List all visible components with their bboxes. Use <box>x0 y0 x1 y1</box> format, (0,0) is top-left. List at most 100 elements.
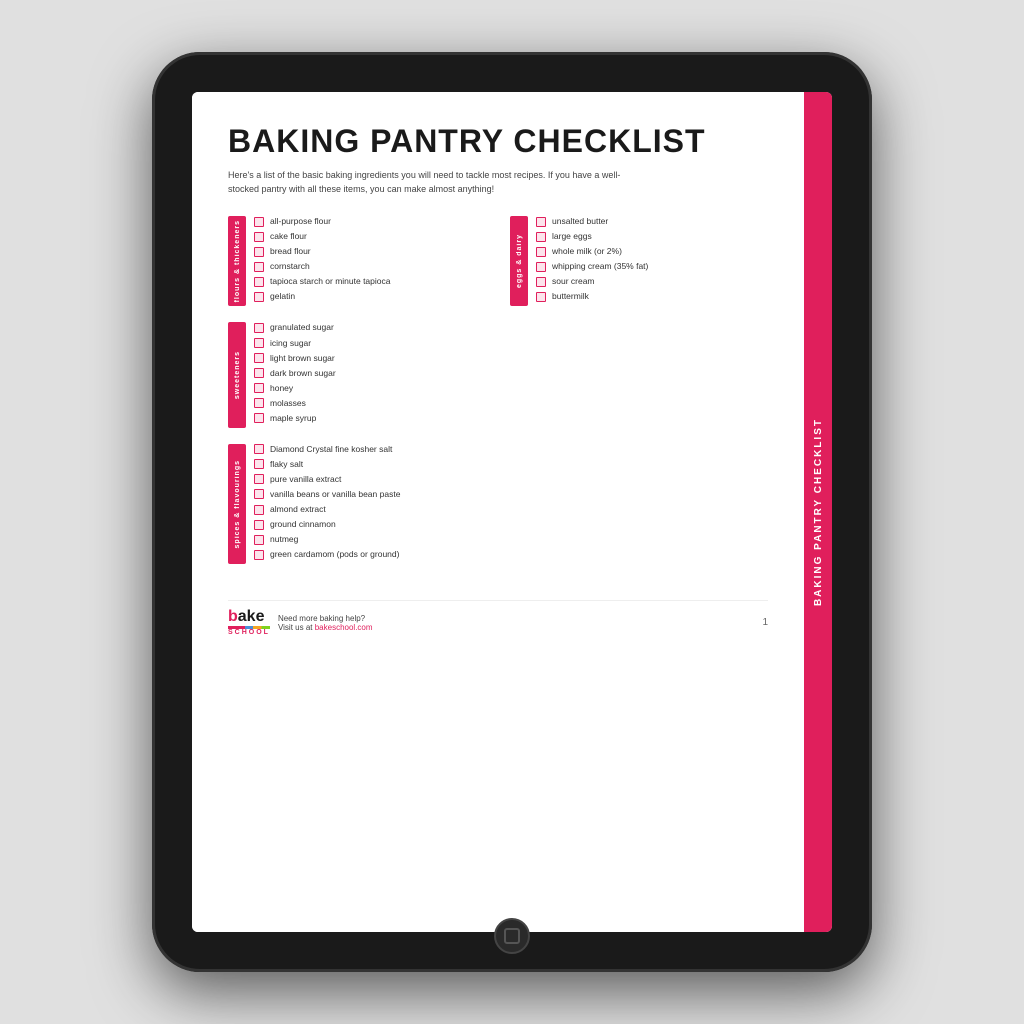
section-spices-label: spices & flavourings <box>234 460 241 548</box>
item-label: pure vanilla extract <box>270 474 341 485</box>
checkbox[interactable] <box>536 232 546 242</box>
section-spices: spices & flavourings Diamond Crystal fin… <box>228 444 486 564</box>
checkbox[interactable] <box>254 398 264 408</box>
list-item: large eggs <box>536 231 768 242</box>
section-eggs-items: unsalted butter large eggs whole milk (o… <box>536 216 768 306</box>
logo-bake: bake <box>228 609 264 625</box>
checkbox[interactable] <box>536 292 546 302</box>
list-item: maple syrup <box>254 413 486 424</box>
checkbox[interactable] <box>254 489 264 499</box>
footer-link[interactable]: bakeschool.com <box>315 623 373 632</box>
list-item: icing sugar <box>254 338 486 349</box>
item-label: whipping cream (35% fat) <box>552 261 648 272</box>
item-label: granulated sugar <box>270 322 334 333</box>
section-eggs: eggs & dairy unsalted butter large eggs … <box>510 216 768 306</box>
checkbox[interactable] <box>254 292 264 302</box>
footer-text: Need more baking help? Visit us at bakes… <box>278 614 373 632</box>
list-item: flaky salt <box>254 459 486 470</box>
checkbox[interactable] <box>254 217 264 227</box>
list-item: vanilla beans or vanilla bean paste <box>254 489 486 500</box>
item-label: flaky salt <box>270 459 303 470</box>
item-label: tapioca starch or minute tapioca <box>270 276 390 287</box>
footer-left: bake SCHOOL Need more baking help? Visit… <box>228 609 373 636</box>
list-item: cornstarch <box>254 261 486 272</box>
checkbox[interactable] <box>254 474 264 484</box>
section-spices-bar: spices & flavourings <box>228 444 246 564</box>
checkbox[interactable] <box>254 277 264 287</box>
checkbox[interactable] <box>254 413 264 423</box>
document-sidebar: BAKING PANTRY CHECKLIST <box>804 92 832 932</box>
checkbox[interactable] <box>254 550 264 560</box>
list-item: gelatin <box>254 291 486 302</box>
list-item: molasses <box>254 398 486 409</box>
tablet-device: BAKING PANTRY CHECKLIST Here's a list of… <box>152 52 872 972</box>
checkbox[interactable] <box>254 444 264 454</box>
item-label: green cardamom (pods or ground) <box>270 549 399 560</box>
checkbox[interactable] <box>254 505 264 515</box>
list-item: green cardamom (pods or ground) <box>254 549 486 560</box>
tablet-screen: BAKING PANTRY CHECKLIST Here's a list of… <box>192 92 832 932</box>
checkbox[interactable] <box>254 262 264 272</box>
list-item: ground cinnamon <box>254 519 486 530</box>
list-item: light brown sugar <box>254 353 486 364</box>
tablet-home-button[interactable] <box>494 918 530 954</box>
item-label: all-purpose flour <box>270 216 331 227</box>
item-label: vanilla beans or vanilla bean paste <box>270 489 400 500</box>
footer-line1: Need more baking help? <box>278 614 373 623</box>
item-label: honey <box>270 383 293 394</box>
list-item: honey <box>254 383 486 394</box>
home-button-inner <box>504 928 520 944</box>
list-item: bread flour <box>254 246 486 257</box>
checkbox[interactable] <box>254 520 264 530</box>
checkbox[interactable] <box>536 277 546 287</box>
list-item: unsalted butter <box>536 216 768 227</box>
checkbox[interactable] <box>536 262 546 272</box>
section-flours-bar: flours & thickeners <box>228 216 246 306</box>
item-label: Diamond Crystal fine kosher salt <box>270 444 392 455</box>
checkbox[interactable] <box>536 217 546 227</box>
logo: bake SCHOOL <box>228 609 270 636</box>
item-label: ground cinnamon <box>270 519 336 530</box>
checkbox[interactable] <box>254 459 264 469</box>
footer-visit-text: Visit us at <box>278 623 315 632</box>
item-label: buttermilk <box>552 291 589 302</box>
document-footer: bake SCHOOL Need more baking help? Visit… <box>228 600 768 636</box>
logo-ake: ake <box>238 608 265 625</box>
list-item: dark brown sugar <box>254 368 486 379</box>
checkbox[interactable] <box>254 338 264 348</box>
checkbox[interactable] <box>536 247 546 257</box>
item-label: sour cream <box>552 276 595 287</box>
section-spices-items: Diamond Crystal fine kosher salt flaky s… <box>254 444 486 564</box>
list-item: Diamond Crystal fine kosher salt <box>254 444 486 455</box>
checkbox[interactable] <box>254 353 264 363</box>
item-label: unsalted butter <box>552 216 608 227</box>
checkbox[interactable] <box>254 323 264 333</box>
section-flours-label: flours & thickeners <box>234 220 241 302</box>
document-title: BAKING PANTRY CHECKLIST <box>228 124 768 159</box>
footer-line2: Visit us at bakeschool.com <box>278 623 373 632</box>
section-sweeteners-label: sweeteners <box>234 351 241 399</box>
item-label: cornstarch <box>270 261 310 272</box>
list-item: whole milk (or 2%) <box>536 246 768 257</box>
checkbox[interactable] <box>254 368 264 378</box>
page-number: 1 <box>762 617 768 628</box>
item-label: molasses <box>270 398 306 409</box>
item-label: large eggs <box>552 231 592 242</box>
section-sweeteners-items: granulated sugar icing sugar light brown… <box>254 322 486 427</box>
section-sweeteners-bar: sweeteners <box>228 322 246 427</box>
checkbox[interactable] <box>254 383 264 393</box>
checklist-grid: flours & thickeners all-purpose flour ca… <box>228 216 768 580</box>
list-item: sour cream <box>536 276 768 287</box>
checkbox[interactable] <box>254 247 264 257</box>
checkbox[interactable] <box>254 535 264 545</box>
item-label: maple syrup <box>270 413 316 424</box>
list-item: tapioca starch or minute tapioca <box>254 276 486 287</box>
list-item: almond extract <box>254 504 486 515</box>
section-eggs-label: eggs & dairy <box>516 234 523 288</box>
empty-column <box>510 322 768 443</box>
item-label: cake flour <box>270 231 307 242</box>
document-subtitle: Here's a list of the basic baking ingred… <box>228 169 648 196</box>
item-label: gelatin <box>270 291 295 302</box>
checkbox[interactable] <box>254 232 264 242</box>
logo-b: b <box>228 608 238 625</box>
